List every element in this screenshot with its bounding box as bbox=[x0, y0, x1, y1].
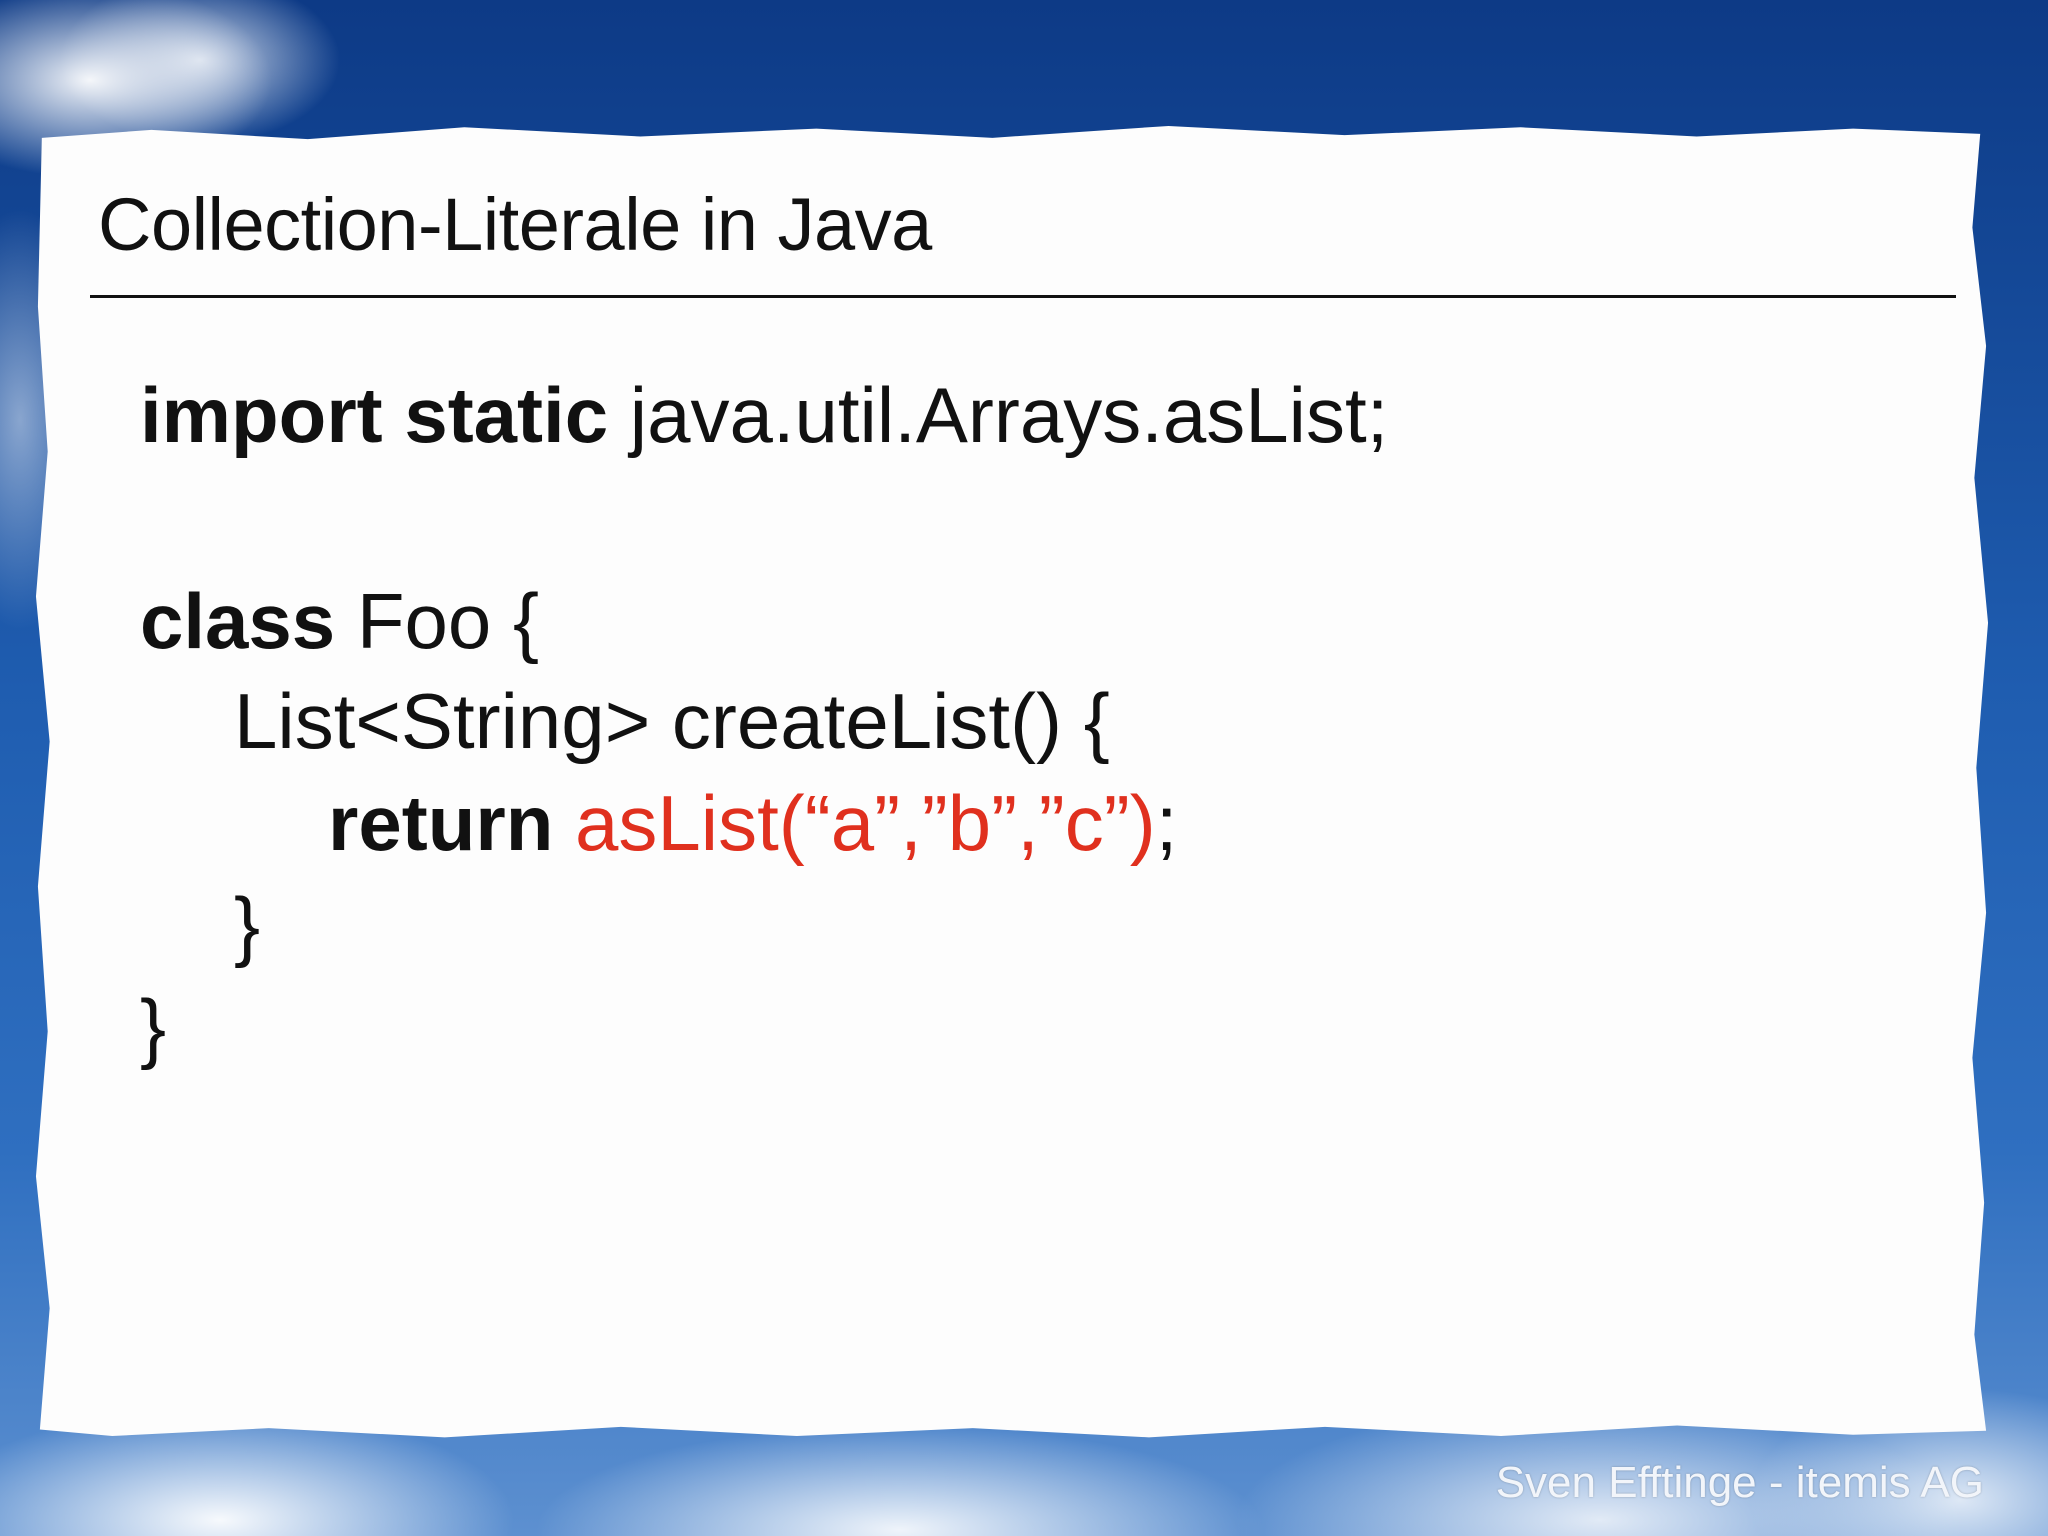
return-space bbox=[553, 779, 575, 867]
author-credit: Sven Efftinge - itemis AG bbox=[1495, 1458, 1984, 1507]
code-line-class-close: } bbox=[140, 988, 166, 1066]
code-line-return: return asList(“a”,”b”,”c”); bbox=[328, 784, 1177, 862]
class-close-brace: } bbox=[140, 983, 167, 1071]
slide-title: Collection-Literale in Java bbox=[98, 183, 932, 266]
class-declaration: Foo { bbox=[335, 577, 540, 665]
keyword-import-static: import static bbox=[140, 371, 609, 459]
keyword-return: return bbox=[328, 779, 554, 867]
code-line-method: List<String> createList() { bbox=[234, 682, 1110, 760]
statement-terminator: ; bbox=[1155, 779, 1178, 867]
keyword-class: class bbox=[140, 577, 336, 665]
method-close-brace: } bbox=[234, 881, 261, 969]
aslist-call-highlight: asList(“a”,”b”,”c”) bbox=[575, 779, 1156, 867]
code-line-class: class Foo { bbox=[140, 582, 539, 660]
title-divider bbox=[90, 295, 1956, 298]
code-line-method-close: } bbox=[234, 886, 260, 964]
code-line-import: import static java.util.Arrays.asList; bbox=[140, 376, 1388, 454]
method-signature: List<String> createList() { bbox=[234, 677, 1110, 765]
import-path: java.util.Arrays.asList; bbox=[608, 371, 1389, 459]
